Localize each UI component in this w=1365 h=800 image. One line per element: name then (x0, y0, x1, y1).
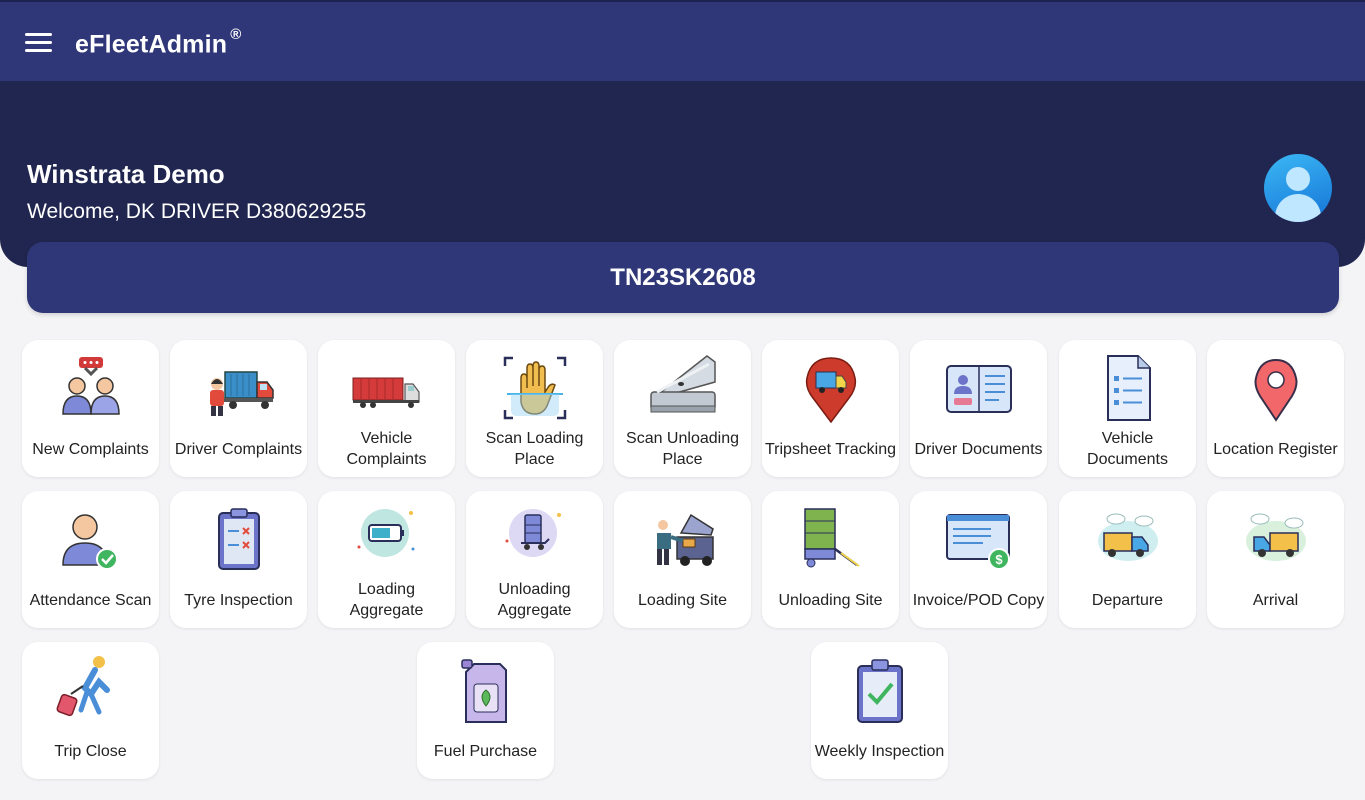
traveler-icon (56, 656, 110, 717)
tile-driver-complaints[interactable]: Driver Complaints (170, 340, 307, 477)
tile-driver-documents[interactable]: Driver Documents (910, 340, 1047, 477)
tile-label: Vehicle Documents (1087, 430, 1168, 468)
car-loading-icon (657, 513, 714, 566)
tile-unloading-site[interactable]: Unloading Site (762, 491, 899, 628)
tile-vehicle-documents[interactable]: Vehicle Documents (1059, 340, 1196, 477)
truck-pin-icon (805, 357, 857, 424)
tile-attendance-scan[interactable]: Attendance Scan (22, 491, 159, 628)
tile-unloading-aggregate[interactable]: Unloading Aggregate (466, 491, 603, 628)
app-header: eFleetAdmin ® (0, 0, 1365, 81)
welcome-text: Welcome, DK DRIVER D380629255 (27, 200, 367, 223)
document-icon (1107, 355, 1151, 421)
vehicle-number-bar[interactable]: TN23SK2608 (27, 242, 1339, 313)
tile-location-register[interactable]: Location Register (1207, 340, 1344, 477)
tile-label: Scan Loading Place (485, 430, 584, 468)
id-card-icon (946, 365, 1012, 413)
tile-invoice-pod-copy[interactable]: $ Invoice/POD Copy (910, 491, 1047, 628)
complaints-icon (62, 357, 120, 415)
invoice-icon: $ (946, 514, 1010, 570)
tile-label: Scan Unloading Place (626, 430, 739, 468)
tile-label: Attendance Scan (29, 591, 152, 609)
truck-arrival-icon (1246, 513, 1306, 561)
tile-label: Loading Aggregate (349, 581, 424, 619)
tile-label: Trip Close (54, 742, 127, 760)
tile-label: Unloading Site (778, 591, 883, 609)
tile-label: Location Register (1213, 440, 1338, 458)
user-check-icon (62, 514, 118, 570)
trolley-unload-icon (505, 509, 561, 557)
tile-label: Fuel Purchase (433, 742, 538, 760)
cart-unload-icon (804, 508, 860, 568)
clipboard-x-icon (218, 508, 260, 570)
driver-truck-icon (210, 371, 274, 416)
tile-trip-close[interactable]: Trip Close (22, 642, 159, 779)
tile-label: Unloading Aggregate (497, 581, 572, 619)
truck-departure-icon (1098, 513, 1158, 561)
tile-label: Tyre Inspection (184, 591, 293, 609)
tile-label: Arrival (1252, 591, 1299, 609)
battery-loading-icon (357, 509, 415, 557)
location-pin-icon (1254, 358, 1298, 422)
tile-fuel-purchase[interactable]: Fuel Purchase (417, 642, 554, 779)
hamburger-menu-icon[interactable] (25, 33, 52, 55)
fuel-can-icon (461, 659, 507, 723)
tile-scan-unloading-place[interactable]: Scan Unloading Place (614, 340, 751, 477)
tile-tyre-inspection[interactable]: Tyre Inspection (170, 491, 307, 628)
tile-loading-aggregate[interactable]: Loading Aggregate (318, 491, 455, 628)
tile-tripsheet-tracking[interactable]: Tripsheet Tracking (762, 340, 899, 477)
company-name: Winstrata Demo (27, 159, 225, 189)
tile-loading-site[interactable]: Loading Site (614, 491, 751, 628)
tile-arrival[interactable]: Arrival (1207, 491, 1344, 628)
tile-label: Invoice/POD Copy (912, 591, 1045, 609)
clipboard-check-icon (857, 659, 903, 723)
tile-label: Loading Site (638, 591, 727, 609)
tile-label: Tripsheet Tracking (764, 440, 896, 458)
tile-label: Driver Complaints (174, 440, 303, 458)
welcome-banner: Winstrata Demo Welcome, DK DRIVER D38062… (0, 81, 1365, 267)
tile-label: Departure (1091, 591, 1164, 609)
hand-scan-icon (503, 356, 567, 420)
trailer-truck-icon (352, 377, 420, 408)
tile-label: Weekly Inspection (814, 742, 945, 760)
app-title: eFleetAdmin ® (75, 26, 242, 59)
tile-departure[interactable]: Departure (1059, 491, 1196, 628)
tile-scan-loading-place[interactable]: Scan Loading Place (466, 340, 603, 477)
tile-new-complaints[interactable]: New Complaints (22, 340, 159, 477)
tile-weekly-inspection[interactable]: Weekly Inspection (811, 642, 948, 779)
tile-vehicle-complaints[interactable]: Vehicle Complaints (318, 340, 455, 477)
tile-label: Driver Documents (914, 440, 1043, 458)
scanner-icon (650, 355, 716, 413)
tile-label: Vehicle Complaints (346, 430, 427, 468)
profile-avatar[interactable] (1264, 154, 1332, 222)
tile-label: New Complaints (32, 440, 149, 458)
svg-text:$: $ (995, 552, 1003, 567)
